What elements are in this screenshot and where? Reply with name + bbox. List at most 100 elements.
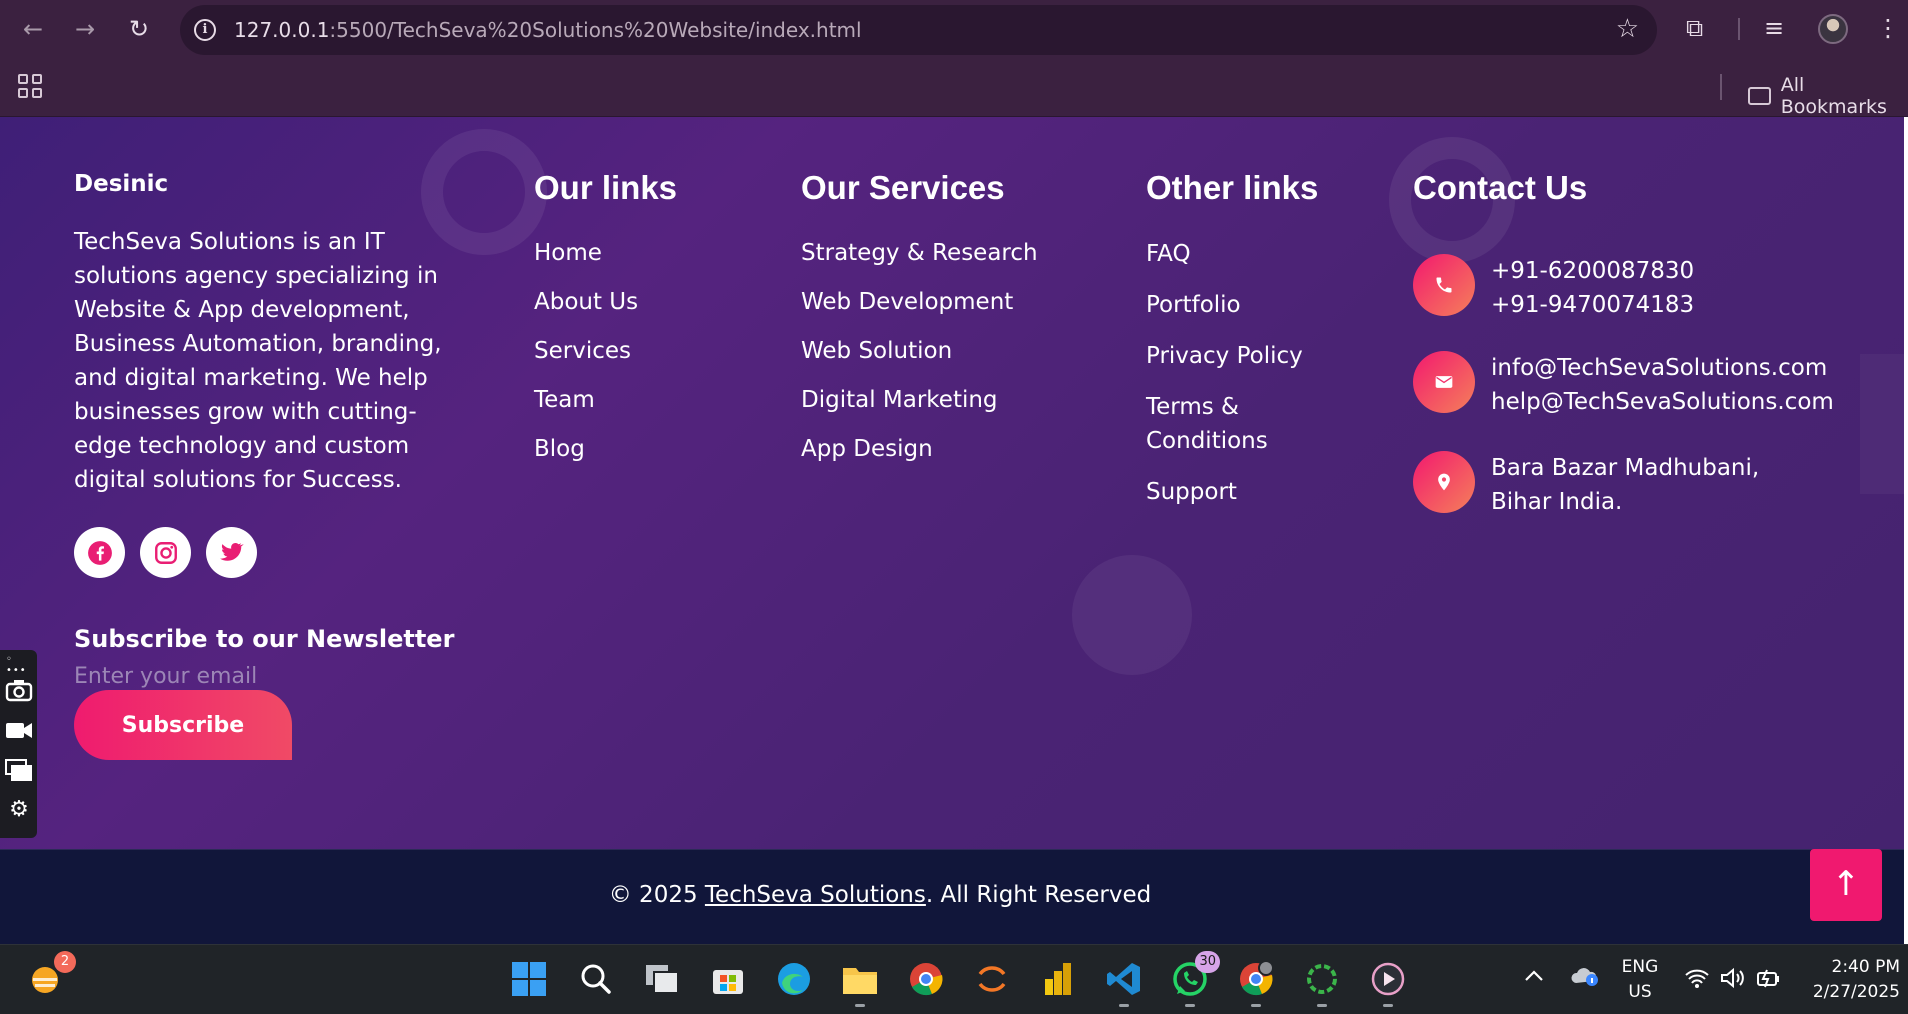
search-icon[interactable] — [574, 957, 618, 1001]
address-bar[interactable]: i 127.0.0.1:5500/TechSeva%20Solutions%20… — [180, 5, 1657, 55]
vscode-icon[interactable] — [1102, 957, 1146, 1007]
social-links — [74, 527, 257, 578]
back-to-top-button[interactable]: ↑ — [1810, 849, 1882, 921]
weather-widget-icon[interactable]: 2 — [24, 951, 76, 1001]
bookmark-star-icon[interactable]: ☆ — [1616, 14, 1639, 44]
url-host: 127.0.0.1 — [234, 18, 330, 42]
contact-address: Bara Bazar Madhubani, Bihar India. — [1413, 451, 1821, 519]
apps-grid-icon[interactable] — [18, 74, 42, 98]
menu-kebab-icon[interactable]: ⋮ — [1876, 12, 1900, 44]
folder-icon — [1748, 87, 1771, 105]
mail-icon — [1413, 351, 1475, 413]
profile-avatar[interactable] — [1818, 14, 1848, 44]
contact-phone-text: +91-6200087830 +91-9470074183 — [1491, 254, 1694, 322]
capture-toolbar: ◦ ••• ⚙ — [0, 650, 37, 838]
our-services-list: Strategy & Research Web Development Web … — [801, 237, 1038, 482]
scrollbar-track[interactable] — [1904, 117, 1908, 944]
newsletter-email-input[interactable] — [74, 660, 374, 692]
service-link-digital-marketing[interactable]: Digital Marketing — [801, 384, 1038, 416]
toolbar-grip-icon[interactable]: ◦ ••• — [6, 654, 37, 676]
whatsapp-icon[interactable]: 30 — [1168, 951, 1220, 1007]
browser-toolbar: ← → ↻ i 127.0.0.1:5500/TechSeva%20Soluti… — [0, 0, 1908, 60]
running-indicator — [1317, 1004, 1327, 1007]
clock-date: 2/27/2025 — [1812, 982, 1900, 1002]
footer-about-text: TechSeva Solutions is an IT solutions ag… — [74, 229, 442, 493]
our-services-title: Our Services — [801, 169, 1005, 206]
all-bookmarks-label: All Bookmarks — [1780, 74, 1887, 118]
other-link-faq[interactable]: FAQ — [1146, 237, 1316, 271]
subscribe-button[interactable]: Subscribe — [74, 690, 292, 760]
other-link-privacy[interactable]: Privacy Policy — [1146, 339, 1316, 373]
windows-icon[interactable] — [5, 758, 33, 782]
copyright-prefix: © 2025 — [608, 882, 705, 908]
twitter-icon[interactable] — [206, 527, 257, 578]
service-link-web-solution[interactable]: Web Solution — [801, 335, 1038, 367]
language-indicator[interactable]: ENG US — [1616, 955, 1664, 1005]
service-link-strategy[interactable]: Strategy & Research — [801, 237, 1038, 269]
chrome-icon[interactable] — [904, 957, 948, 1001]
toolbar-divider — [1738, 18, 1740, 40]
facebook-icon[interactable] — [74, 527, 125, 578]
settings-gear-icon[interactable]: ⚙ — [5, 798, 33, 822]
other-links-list: FAQ Portfolio Privacy Policy Terms & Con… — [1146, 237, 1316, 526]
running-indicator — [1185, 1004, 1195, 1007]
windows-start-icon[interactable] — [507, 957, 551, 1001]
other-links-title: Other links — [1146, 169, 1319, 206]
email-address-1[interactable]: info@TechSevaSolutions.com — [1491, 351, 1834, 385]
back-icon[interactable]: ← — [18, 14, 48, 44]
phone-number-1[interactable]: +91-6200087830 — [1491, 254, 1694, 288]
loading-app-icon[interactable] — [1300, 957, 1344, 1007]
running-indicator — [1251, 1004, 1261, 1007]
video-camera-icon[interactable] — [5, 718, 33, 742]
other-link-support[interactable]: Support — [1146, 475, 1316, 509]
media-player-icon[interactable] — [1366, 957, 1410, 1007]
other-link-terms[interactable]: Terms & Conditions — [1146, 390, 1316, 458]
media-controls-icon[interactable]: ≡ — [1764, 12, 1784, 44]
forward-icon[interactable]: → — [70, 14, 100, 44]
file-explorer-icon[interactable] — [838, 957, 882, 1007]
copyright-bar: © 2025 TechSeva Solutions. All Right Res… — [0, 849, 1908, 944]
clock-time: 2:40 PM — [1831, 957, 1901, 977]
jupyter-icon[interactable] — [970, 957, 1014, 1001]
instagram-icon[interactable] — [140, 527, 191, 578]
other-link-portfolio[interactable]: Portfolio — [1146, 288, 1316, 322]
footer-link-about[interactable]: About Us — [534, 286, 638, 318]
all-bookmarks-button[interactable]: All Bookmarks — [1748, 74, 1908, 118]
our-links-list: Home About Us Services Team Blog — [534, 237, 638, 482]
volume-icon[interactable] — [1720, 967, 1748, 994]
reload-icon[interactable]: ↻ — [124, 14, 154, 44]
footer-link-team[interactable]: Team — [534, 384, 638, 416]
service-link-app-design[interactable]: App Design — [801, 433, 1038, 465]
camera-icon[interactable] — [5, 678, 33, 702]
footer-link-services[interactable]: Services — [534, 335, 638, 367]
newsletter-title: Subscribe to our Newsletter — [74, 625, 455, 653]
extensions-icon[interactable]: ⧉ — [1686, 12, 1703, 44]
system-clock[interactable]: 2:40 PM 2/27/2025 — [1800, 955, 1900, 1005]
copyright-text: © 2025 TechSeva Solutions. All Right Res… — [0, 882, 1760, 908]
side-panel-tab[interactable] — [1860, 354, 1904, 494]
contact-title: Contact Us — [1413, 169, 1588, 206]
site-info-icon[interactable]: i — [194, 19, 216, 41]
chrome-profile-icon[interactable] — [1234, 957, 1278, 1007]
battery-charging-icon[interactable] — [1756, 967, 1782, 994]
wifi-icon[interactable] — [1684, 967, 1710, 994]
phone-number-2[interactable]: +91-9470074183 — [1491, 288, 1694, 322]
keyboard-region: US — [1628, 982, 1652, 1002]
url-text[interactable]: 127.0.0.1:5500/TechSeva%20Solutions%20We… — [234, 18, 862, 42]
copyright-company-link[interactable]: TechSeva Solutions — [705, 882, 926, 908]
location-pin-icon — [1413, 451, 1475, 513]
task-view-icon[interactable] — [640, 957, 684, 1001]
footer-link-blog[interactable]: Blog — [534, 433, 638, 465]
service-link-web-development[interactable]: Web Development — [801, 286, 1038, 318]
microsoft-store-icon[interactable] — [706, 957, 750, 1001]
email-address-2[interactable]: help@TechSevaSolutions.com — [1491, 385, 1834, 419]
power-bi-icon[interactable] — [1036, 957, 1080, 1001]
edge-browser-icon[interactable] — [772, 957, 816, 1001]
show-hidden-icons-chevron-icon[interactable] — [1524, 967, 1544, 987]
contact-address-text: Bara Bazar Madhubani, Bihar India. — [1491, 455, 1760, 515]
running-indicator — [1383, 1004, 1393, 1007]
bookmarks-divider — [1720, 74, 1722, 100]
contact-phone: +91-6200087830 +91-9470074183 — [1413, 254, 1694, 322]
onedrive-icon[interactable] — [1570, 965, 1600, 992]
footer-link-home[interactable]: Home — [534, 237, 638, 269]
